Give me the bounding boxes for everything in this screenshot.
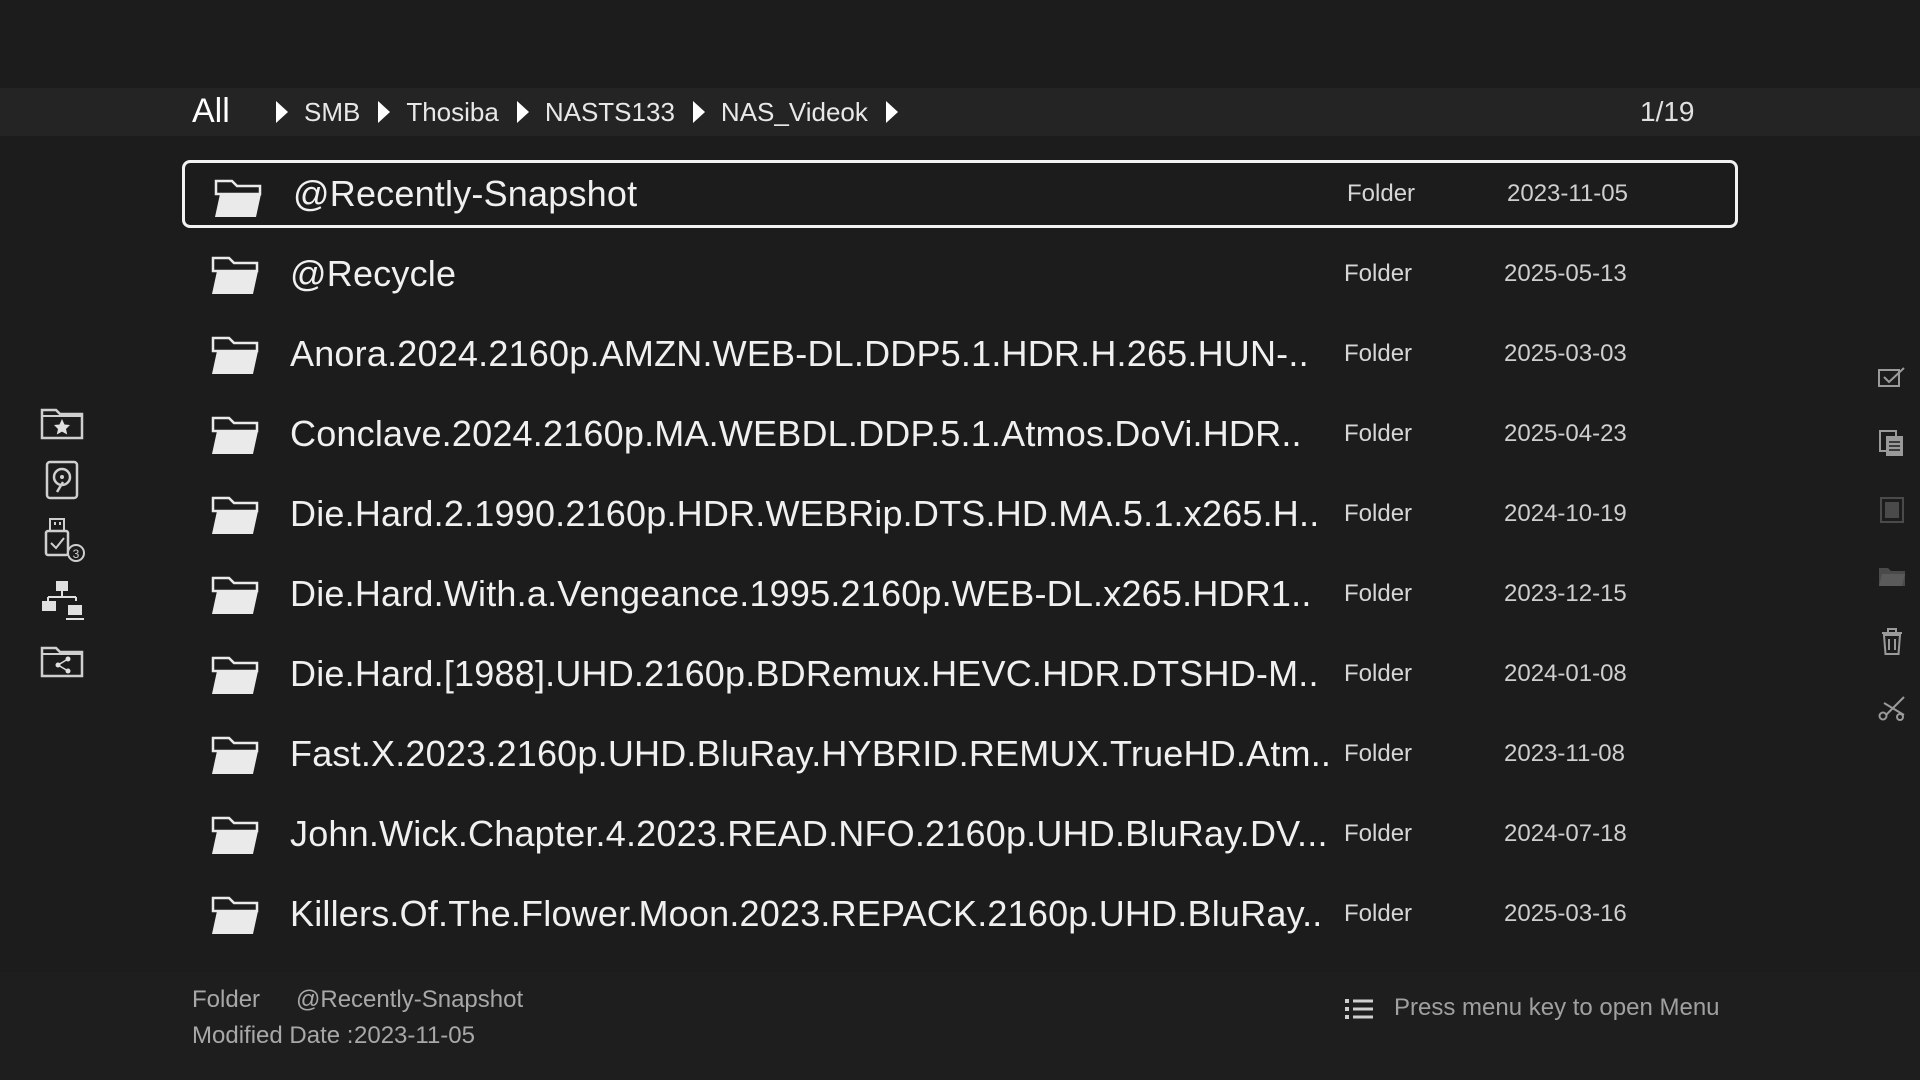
file-row-anora[interactable]: Anora.2024.2160p.AMZN.WEB-DL.DDP5.1.HDR.… xyxy=(182,320,1738,388)
file-date: 2025-03-03 xyxy=(1504,340,1627,367)
file-row-die-hard-1988[interactable]: Die.Hard.[1988].UHD.2160p.BDRemux.HEVC.H… xyxy=(182,640,1738,708)
selected-item-name: @Recently-Snapshot xyxy=(296,986,524,1013)
breadcrumb-label: SMB xyxy=(304,96,361,127)
favorite-folder-icon[interactable] xyxy=(38,400,86,444)
menu-list-icon xyxy=(1345,999,1373,1019)
file-date: 2024-10-19 xyxy=(1504,500,1627,527)
breadcrumb-label: NASTS133 xyxy=(544,96,675,127)
file-name: Die.Hard.With.a.Vengeance.1995.2160p.WEB… xyxy=(290,573,1312,614)
file-row-killers-flower-moon[interactable]: Killers.Of.The.Flower.Moon.2023.REPACK.2… xyxy=(182,880,1738,948)
file-browser: All SMB Thosiba NASTS133 NAS_Videok 1/19… xyxy=(0,0,1920,1080)
breadcrumb-item-thosiba[interactable]: Thosiba xyxy=(378,97,517,128)
file-row-die-hard-vengeance[interactable]: Die.Hard.With.a.Vengeance.1995.2160p.WEB… xyxy=(182,560,1738,628)
breadcrumb-item-nasts133[interactable]: NASTS133 xyxy=(516,96,693,128)
file-name: Conclave.2024.2160p.MA.WEBDL.DDP.5.1.Atm… xyxy=(290,413,1302,454)
local-storage-icon[interactable] xyxy=(38,458,86,502)
file-name: @Recycle xyxy=(290,253,457,294)
file-type: Folder xyxy=(1344,900,1413,927)
file-row-fast-x[interactable]: Fast.X.2023.2160p.UHD.BluRay.HYBRID.REMU… xyxy=(182,720,1738,788)
info-footer: Folder @Recently-Snapshot Modified Date … xyxy=(0,972,1920,1080)
select-icon[interactable] xyxy=(1874,360,1910,396)
file-type: Folder xyxy=(1344,260,1413,287)
file-date: 2025-03-16 xyxy=(1504,900,1627,927)
file-row-john-wick[interactable]: John.Wick.Chapter.4.2023.READ.NFO.2160p.… xyxy=(182,800,1738,868)
cut-icon[interactable] xyxy=(1874,690,1910,726)
chevron-right-icon xyxy=(378,101,391,123)
folder-icon xyxy=(211,576,259,614)
file-date: 2025-04-23 xyxy=(1504,420,1627,447)
folder-icon xyxy=(211,896,259,934)
delete-icon[interactable] xyxy=(1874,624,1910,660)
file-date: 2024-07-18 xyxy=(1504,820,1627,847)
file-date: 2023-12-15 xyxy=(1504,580,1627,607)
folder-icon xyxy=(214,179,262,217)
file-row-recently-snapshot[interactable]: @Recently-Snapshot Folder 2023-11-05 xyxy=(182,160,1738,228)
file-row-recycle[interactable]: @Recycle Folder 2025-05-13 xyxy=(182,240,1738,308)
file-date: 2023-11-05 xyxy=(1507,180,1628,207)
modified-date-value: 2023-11-05 xyxy=(354,1022,475,1049)
file-type: Folder xyxy=(1344,340,1413,367)
breadcrumb-item-smb[interactable]: SMB xyxy=(276,97,378,128)
page-indicator: 1/19 xyxy=(1640,96,1695,127)
file-type: Folder xyxy=(1344,500,1413,527)
file-type: Folder xyxy=(1344,580,1413,607)
breadcrumb-end xyxy=(885,101,914,123)
folder-icon xyxy=(211,336,259,374)
file-row-die-hard-2[interactable]: Die.Hard.2.1990.2160p.HDR.WEBRip.DTS.HD.… xyxy=(182,480,1738,548)
file-name: Die.Hard.2.1990.2160p.HDR.WEBRip.DTS.HD.… xyxy=(290,493,1320,534)
folder-icon xyxy=(211,416,259,454)
file-type: Folder xyxy=(1344,740,1413,767)
modified-date-label: Modified Date : xyxy=(192,1022,354,1049)
file-type: Folder xyxy=(1344,660,1413,687)
paste-icon[interactable] xyxy=(1874,492,1910,528)
usb-count-badge: 3 xyxy=(73,547,80,561)
breadcrumb-label: Thosiba xyxy=(406,96,499,127)
file-date: 2024-01-08 xyxy=(1504,660,1627,687)
breadcrumb: SMB Thosiba NASTS133 NAS_Videok xyxy=(276,88,914,136)
file-name: Killers.Of.The.Flower.Moon.2023.REPACK.2… xyxy=(290,893,1323,934)
file-name: Anora.2024.2160p.AMZN.WEB-DL.DDP5.1.HDR.… xyxy=(290,333,1309,374)
chevron-right-icon xyxy=(885,101,898,123)
breadcrumb-bar: All SMB Thosiba NASTS133 NAS_Videok 1/19 xyxy=(0,88,1920,136)
file-date: 2023-11-08 xyxy=(1504,740,1625,767)
folder-icon xyxy=(211,736,259,774)
folder-icon xyxy=(211,496,259,534)
chevron-right-icon xyxy=(516,101,529,123)
file-type: Folder xyxy=(1347,180,1416,207)
file-name: John.Wick.Chapter.4.2023.READ.NFO.2160p.… xyxy=(290,813,1328,854)
usb-device-icon[interactable]: 3 xyxy=(38,518,86,562)
breadcrumb-item-nas-videok[interactable]: NAS_Videok xyxy=(692,96,886,128)
breadcrumb-label: NAS_Videok xyxy=(720,96,868,127)
breadcrumb-root[interactable]: All xyxy=(192,92,230,131)
file-type: Folder xyxy=(1344,420,1413,447)
selected-item-type: Folder xyxy=(192,986,261,1013)
file-row-conclave[interactable]: Conclave.2024.2160p.MA.WEBDL.DDP.5.1.Atm… xyxy=(182,400,1738,468)
file-name: @Recently-Snapshot xyxy=(293,173,638,214)
network-icon[interactable] xyxy=(38,578,86,622)
share-folder-icon[interactable] xyxy=(38,638,86,682)
chevron-right-icon xyxy=(276,101,288,123)
menu-hint: Press menu key to open Menu xyxy=(1394,994,1720,1021)
copy-icon[interactable] xyxy=(1874,426,1910,462)
move-folder-icon[interactable] xyxy=(1874,558,1910,594)
file-date: 2025-05-13 xyxy=(1504,260,1627,287)
folder-icon xyxy=(211,816,259,854)
folder-icon xyxy=(211,256,259,294)
file-type: Folder xyxy=(1344,820,1413,847)
chevron-right-icon xyxy=(692,101,705,123)
folder-icon xyxy=(211,656,259,694)
file-name: Fast.X.2023.2160p.UHD.BluRay.HYBRID.REMU… xyxy=(290,733,1332,774)
file-name: Die.Hard.[1988].UHD.2160p.BDRemux.HEVC.H… xyxy=(290,653,1319,694)
